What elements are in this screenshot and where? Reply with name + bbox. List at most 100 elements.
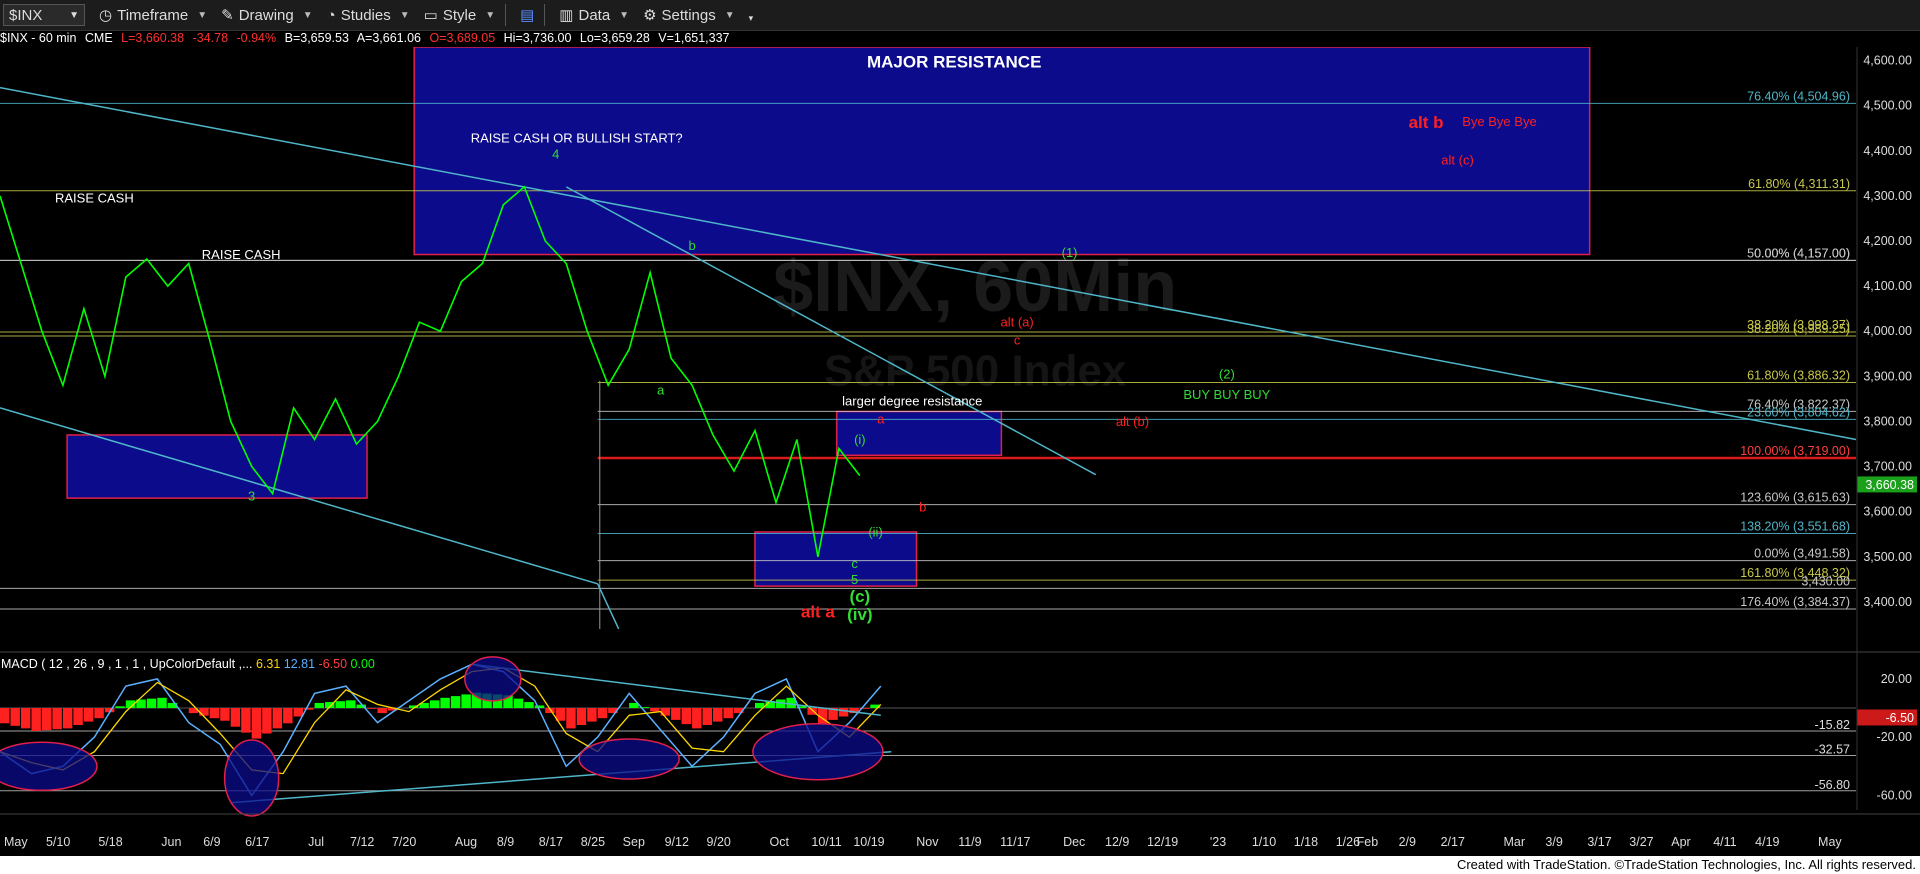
macd-axis-tick: 20.00 [1881,672,1912,686]
time-axis-tick: May [1818,835,1842,849]
macd-histogram-bar [283,708,293,724]
chart-annotation: (i) [854,432,866,447]
chart-annotation: alt (b) [1116,414,1149,429]
net-change: -34.78 [192,31,229,45]
chart-annotation: RAISE CASH OR BULLISH START? [471,131,683,146]
chevron-down-icon: ▼ [69,9,79,21]
style-button[interactable]: ▭ Style ▼ [424,6,496,25]
watermark-symbol: $INX, 60Min [773,247,1177,327]
macd-histogram-bar [241,708,251,733]
macd-histogram-bar [314,702,325,708]
time-axis-tick: 2/9 [1399,835,1416,849]
chart-annotation: alt b [1409,113,1444,132]
price-axis-tick: 4,600.00 [1863,54,1912,68]
macd-histogram-bar [83,708,94,722]
time-axis-tick: 3/27 [1629,835,1653,849]
chevron-down-icon: ▼ [485,9,496,21]
chart-annotation: (2) [1219,367,1235,382]
toolbar-divider [544,4,546,26]
major-resistance-zone [413,47,1591,256]
time-axis-tick: 11/17 [1000,835,1030,849]
layout-icon: ▤ [520,7,535,24]
fib-level-label: 61.80% (3,886.32) [1747,368,1850,382]
price-axis-tick: 4,500.00 [1863,99,1912,113]
data-label: Data [578,6,611,24]
layout-button[interactable]: ▤ [520,6,534,24]
chart-annotation: larger degree resistance [842,394,982,409]
macd-histogram-bar [31,708,41,731]
settings-button[interactable]: ⚙ Settings ▼ [643,6,735,25]
macd-histogram-bar [692,708,702,729]
chart-annotation: 4 [552,146,559,161]
symbol-label: $INX [9,6,43,24]
ask-price: A=3,661.06 [356,31,421,45]
macd-histogram-bar [209,708,220,719]
chart-annotation: a [657,382,665,397]
chevron-down-icon: ▼ [302,9,313,21]
macd-axis-tick: -20.00 [1877,730,1912,744]
toolbar-overflow-button[interactable]: ▾ [749,7,754,24]
low-price: Lo=3,659.28 [579,31,650,45]
chart-annotation: BUY BUY BUY [1183,387,1270,402]
macd-histogram-bar [597,708,608,719]
studies-label: Studies [340,6,391,24]
drawing-label: Drawing [238,6,294,24]
macd-level-label: -15.82 [1815,718,1850,732]
macd-histogram-bar [146,698,157,708]
price-axis-tick: 4,300.00 [1863,189,1912,203]
time-axis-tick: Sep [623,835,645,849]
price-axis-tick: 3,600.00 [1863,505,1912,519]
time-axis-tick: 5/10 [46,835,70,849]
studies-button[interactable]: ◔ Studies ▼ [327,7,410,24]
macd-histogram-bar [272,708,283,729]
price-axis-tick: 3,900.00 [1863,369,1912,383]
macd-histogram-bar [52,708,62,730]
drawing-button[interactable]: ✎ Drawing ▼ [221,6,313,25]
macd-histogram-bar [335,701,345,708]
bid-price: B=3,659.53 [284,31,349,45]
price-chart[interactable]: $INX, 60Min S&P 500 Index 76.40% (4,504.96… [0,47,1920,856]
macd-histogram-bar [450,696,461,708]
time-axis-tick: 9/12 [665,835,689,849]
fib-level-label: 100.00% (3,719.00) [1740,444,1850,458]
chart-annotation: (iv) [847,605,873,624]
chart-annotation: (1) [1062,245,1078,260]
chart-annotation: 5 [851,572,858,587]
time-axis-tick: 8/9 [497,835,514,849]
macd-histogram-bar [713,708,723,722]
time-axis-tick: 7/20 [392,835,416,849]
fib-level-label: 138.20% (3,551.68) [1740,519,1850,533]
time-axis-tick: Feb [1357,835,1379,849]
time-axis-tick: 10/19 [853,835,884,849]
data-button[interactable]: ▥ Data ▼ [559,6,629,25]
macd-histogram-bar [262,708,272,734]
macd-axis-tick: -60.00 [1877,788,1912,802]
pencil-icon: ✎ [221,7,234,24]
time-axis-tick: '23 [1210,835,1226,849]
time-axis-tick: 3/9 [1545,835,1562,849]
symbol-name: $INX - 60 min [0,31,77,45]
time-axis-tick: Aug [455,835,477,849]
time-axis-tick: 3/17 [1587,835,1611,849]
timeframe-button[interactable]: ◷ Timeframe ▼ [99,6,207,25]
macd-histogram-bar [524,702,534,708]
fib-level-label: 3,430.00 [1801,574,1850,588]
macd-histogram-bar [62,708,73,729]
studies-icon: ◔ [326,6,336,24]
time-axis-tick: 1/10 [1252,835,1276,849]
macd-level-label: -32.57 [1815,742,1850,756]
symbol-selector[interactable]: $INX ▼ [3,4,85,26]
data-icon: ▥ [559,7,574,24]
time-axis-tick: Mar [1503,835,1525,849]
chart-annotation: c [851,556,858,571]
time-axis-tick: Oct [769,835,789,849]
fib-level-label: 61.80% (4,311.31) [1748,177,1850,191]
chart-annotation: MAJOR RESISTANCE [867,52,1041,71]
macd-histogram-bar [440,697,450,708]
open-price: O=3,689.05 [429,31,496,45]
fib-level-label: 23.60% (3,804.62) [1747,405,1850,419]
macd-histogram-bar [576,708,587,725]
time-axis-tick: 11/9 [958,835,981,849]
chevron-down-icon: ▼ [724,9,735,21]
time-axis-tick: 4/19 [1755,835,1779,849]
